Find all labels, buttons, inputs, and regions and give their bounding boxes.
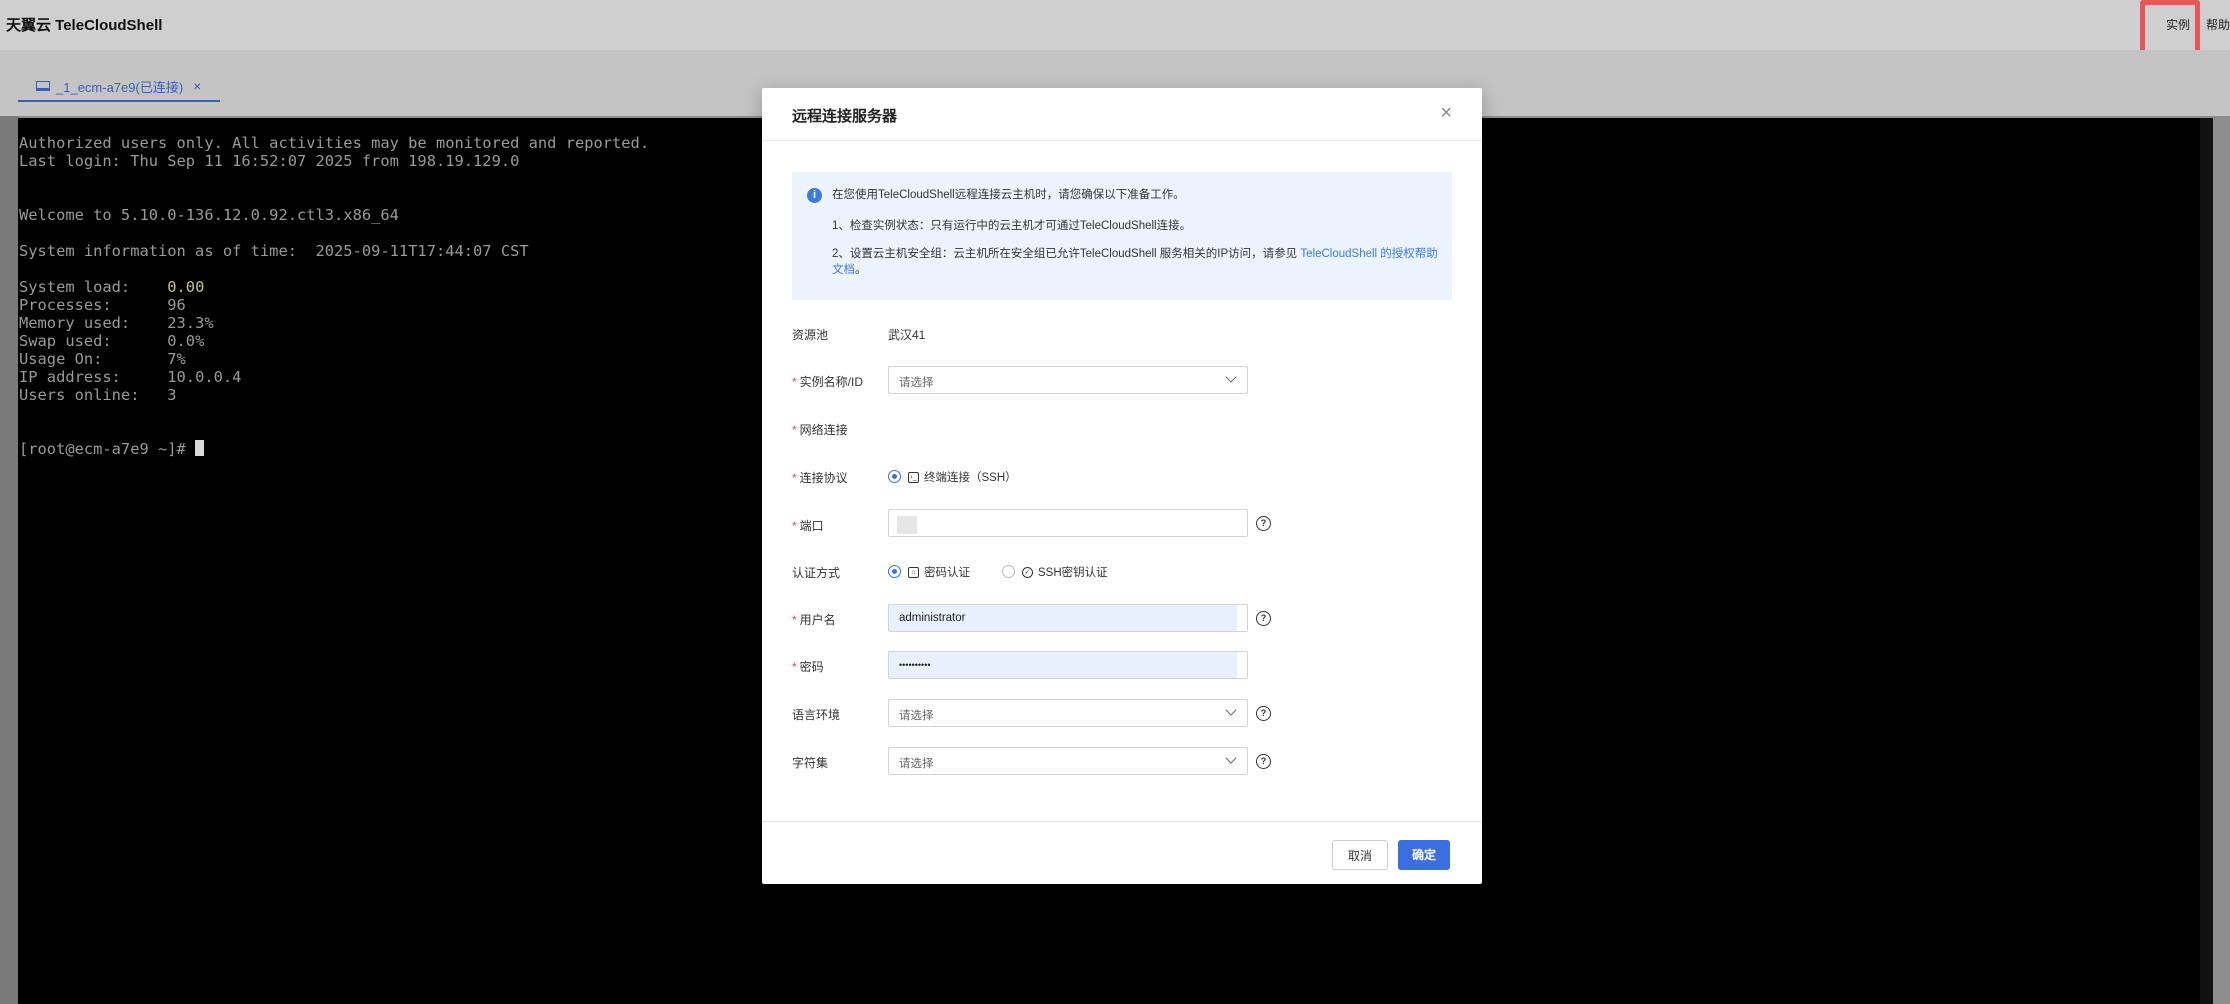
connect-dialog: 远程连接服务器 × i 在您使用TeleCloudShell远程连接云主机时，请…	[762, 88, 1482, 884]
stat-value: 96	[167, 296, 186, 314]
username-help-icon[interactable]: ?	[1256, 611, 1271, 626]
locale-select[interactable]: 请选择	[888, 699, 1248, 727]
tab-session[interactable]: _1_ecm-a7e9(已连接) ×	[36, 68, 201, 104]
terminal-line: Last login: Thu Sep 11 16:52:07 2025 fro…	[19, 152, 520, 170]
pool-value: 武汉41	[888, 328, 926, 342]
terminal-line: Welcome to 5.10.0-136.12.0.92.ctl3.x86_6…	[19, 206, 399, 224]
notice-item-2: 2、设置云主机安全组：云主机所在安全组已允许TeleCloudShell 服务相…	[832, 246, 1442, 278]
dialog-footer: 取消 确定	[762, 821, 1482, 885]
charset-placeholder: 请选择	[899, 758, 934, 770]
instance-label: * 实例名称/ID	[792, 375, 864, 389]
terminal-cursor	[195, 440, 205, 456]
protocol-label-text: 连接协议	[799, 471, 848, 485]
locale-help-icon[interactable]: ?	[1256, 706, 1271, 721]
stat-value: 10.0.0.4	[167, 368, 242, 386]
port-value-chip	[897, 516, 917, 534]
auth-key-text: SSH密钥认证	[1038, 567, 1108, 579]
password-label: * 密码	[792, 660, 824, 674]
dialog-title: 远程连接服务器	[792, 108, 898, 125]
stat-value: 3	[167, 386, 177, 404]
auth-label: 认证方式	[792, 566, 841, 580]
terminal-output: Authorized users only. All activities ma…	[19, 134, 649, 458]
network-label-text: 网络连接	[799, 423, 848, 437]
stat-label: Processes:	[19, 296, 168, 314]
field-edge	[1237, 605, 1247, 631]
pool-label: 资源池	[792, 328, 829, 342]
port-input[interactable]	[888, 509, 1248, 537]
terminal-line: System information as of time: 2025-09-1…	[19, 242, 529, 260]
username-input[interactable]: administrator	[888, 604, 1248, 632]
shell-prompt: [root@ecm-a7e9 ~]#	[19, 440, 196, 458]
tab-session-label: _1_ecm-a7e9(已连接)	[56, 79, 184, 95]
charset-help-icon[interactable]: ?	[1256, 754, 1271, 769]
protocol-ssh-option[interactable]: ›_ 终端连接（SSH）	[908, 469, 1017, 485]
confirm-button[interactable]: 确定	[1398, 840, 1450, 870]
close-icon[interactable]: ×	[1440, 102, 1452, 125]
protocol-label: * 连接协议	[792, 471, 848, 485]
username-label: * 用户名	[792, 613, 836, 627]
auth-help-link[interactable]: TeleCloudShell 的授权帮助	[1300, 248, 1437, 260]
shield-icon: ✓	[1022, 566, 1033, 578]
auth-password-radio[interactable]	[888, 565, 901, 578]
chevron-down-icon	[1225, 704, 1237, 716]
charset-select[interactable]: 请选择	[888, 747, 1248, 775]
left-edge	[0, 116, 18, 1004]
stat-label: IP address:	[19, 368, 168, 386]
stat-label: Swap used:	[19, 332, 168, 350]
notice-intro: 在您使用TeleCloudShell远程连接云主机时，请您确保以下准备工作。	[832, 189, 1185, 201]
network-label: * 网络连接	[792, 423, 848, 437]
terminal-icon: ›_	[908, 471, 919, 483]
terminal-scrollbar[interactable]	[2200, 118, 2213, 1004]
chevron-down-icon	[1225, 371, 1237, 383]
terminal-icon	[36, 81, 50, 91]
stat-value: 7%	[167, 350, 186, 368]
stat-label: Usage On:	[19, 350, 168, 368]
password-value: ••••••••••	[899, 660, 931, 670]
notice-box: i 在您使用TeleCloudShell远程连接云主机时，请您确保以下准备工作。…	[792, 172, 1452, 300]
chevron-down-icon	[1225, 752, 1237, 764]
auth-help-link-doc[interactable]: 文档	[832, 264, 855, 276]
auth-password-option[interactable]: ⌂ 密码认证	[908, 564, 970, 580]
terminal-line: Authorized users only. All activities ma…	[19, 134, 650, 152]
info-icon: i	[807, 188, 822, 203]
stat-label: Users online:	[19, 386, 168, 404]
password-input[interactable]: ••••••••••	[888, 651, 1248, 679]
username-value: administrator	[899, 612, 966, 624]
field-edge	[1237, 652, 1247, 678]
auth-key-radio[interactable]	[1002, 565, 1015, 578]
tab-close-icon[interactable]: ×	[193, 78, 201, 94]
port-label: * 端口	[792, 519, 824, 533]
stat-value: 23.3%	[167, 314, 214, 332]
instance-placeholder: 请选择	[899, 377, 934, 389]
stat-label: System load:	[19, 278, 168, 296]
instance-label-text: 实例名称/ID	[799, 375, 864, 389]
auth-key-option[interactable]: ✓ SSH密钥认证	[1022, 564, 1108, 580]
locale-placeholder: 请选择	[899, 710, 934, 722]
notice-item-2-text: 2、设置云主机安全组：云主机所在安全组已允许TeleCloudShell 服务相…	[832, 248, 1301, 260]
password-label-text: 密码	[799, 660, 824, 674]
tab-active-indicator	[18, 100, 220, 102]
stat-value: 0.00	[167, 278, 205, 296]
username-label-text: 用户名	[799, 613, 836, 627]
auth-password-text: 密码认证	[924, 567, 970, 579]
instance-select[interactable]: 请选择	[888, 366, 1248, 394]
locale-label: 语言环境	[792, 708, 841, 722]
charset-label: 字符集	[792, 756, 829, 770]
protocol-ssh-radio[interactable]	[888, 470, 901, 483]
app-title: 天翼云 TeleCloudShell	[6, 17, 163, 34]
port-label-text: 端口	[799, 519, 824, 533]
dialog-header: 远程连接服务器 ×	[762, 88, 1482, 141]
cancel-button[interactable]: 取消	[1332, 840, 1388, 870]
top-bar: 天翼云 TeleCloudShell 实例 帮助	[0, 0, 2230, 50]
help-link[interactable]: 帮助	[2206, 16, 2230, 33]
stat-label: Memory used:	[19, 314, 168, 332]
notice-item-2-end: 。	[855, 264, 867, 276]
protocol-option-text: 终端连接（SSH）	[924, 472, 1017, 484]
port-help-icon[interactable]: ?	[1256, 516, 1271, 531]
stat-value: 0.0%	[167, 332, 205, 350]
notice-item-1: 1、检查实例状态：只有运行中的云主机才可通过TeleCloudShell连接。	[832, 220, 1192, 232]
lock-icon: ⌂	[908, 566, 919, 578]
